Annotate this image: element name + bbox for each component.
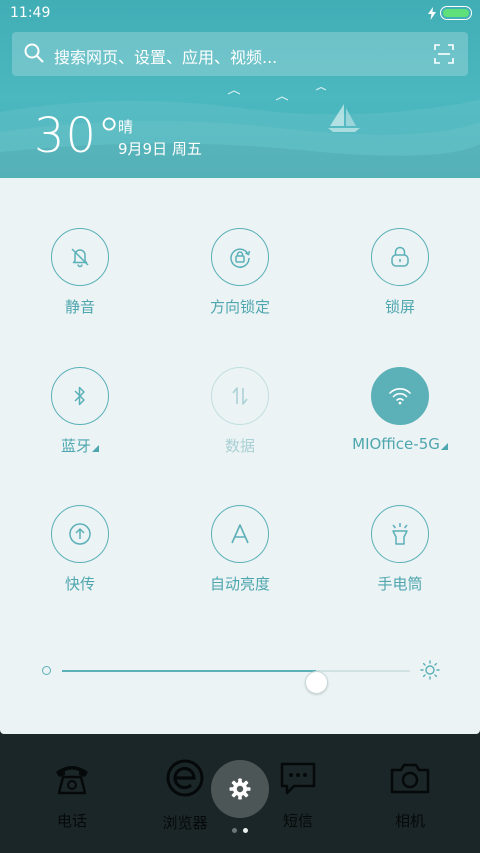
phone-icon[interactable] [52, 760, 92, 796]
notification-header: 11:49 搜索网页、设置、应用、视频... 30° 晴 9月9日 周五 [0, 0, 480, 178]
status-icons [428, 6, 472, 20]
auto-brightness-icon [231, 524, 249, 544]
sun-icon [420, 660, 440, 680]
bluetooth-icon [74, 386, 85, 406]
tile-quick-share[interactable]: 快传 [0, 505, 160, 615]
scan-icon[interactable] [434, 44, 454, 64]
dock-label: 相机 [394, 812, 425, 830]
expand-arrow-icon [92, 444, 99, 452]
bell-off-icon [71, 248, 89, 268]
tile-silent[interactable]: 静音 [0, 228, 160, 338]
search-icon [24, 43, 44, 63]
page-dot-active [243, 828, 248, 833]
tile-label: 锁屏 [384, 298, 415, 316]
expand-arrow-icon [440, 443, 448, 450]
tile-label[interactable]: MIOffice-5G [352, 435, 448, 453]
browser-icon[interactable] [165, 758, 205, 798]
dock-label: 电话 [56, 812, 87, 830]
dock-item-phone[interactable]: 电话 [22, 760, 122, 831]
weather-condition: 晴 [118, 118, 134, 136]
tile-label[interactable]: 蓝牙 [61, 435, 99, 456]
tile-label: 手电筒 [377, 575, 423, 593]
rotation-lock-icon [230, 248, 251, 268]
wifi-icon [389, 388, 411, 405]
tile-mobile-data[interactable]: 数据 [160, 367, 320, 477]
tile-label: 数据 [224, 437, 255, 455]
dock-label: 短信 [282, 812, 313, 830]
auto-brightness-toggle[interactable] [211, 505, 269, 563]
temperature[interactable]: 30° [34, 108, 122, 164]
tile-flashlight[interactable]: 手电筒 [320, 505, 480, 615]
gear-icon [229, 778, 251, 800]
quick-share-toggle[interactable] [51, 505, 109, 563]
page-indicator [232, 828, 248, 833]
mobile-data-toggle[interactable] [211, 367, 269, 425]
silent-toggle[interactable] [51, 228, 109, 286]
brightness-fill [62, 670, 317, 672]
tile-label: 快传 [64, 575, 95, 593]
dock-item-camera[interactable]: 相机 [360, 760, 460, 831]
page-dot [232, 828, 237, 833]
lock-icon [391, 246, 409, 267]
tile-lock-screen[interactable]: 锁屏 [320, 228, 480, 338]
rotation-lock-toggle[interactable] [211, 228, 269, 286]
status-time: 11:49 [10, 5, 51, 21]
search-bar[interactable]: 搜索网页、设置、应用、视频... [12, 32, 468, 76]
mobile-data-icon [232, 387, 248, 405]
flashlight-toggle[interactable] [371, 505, 429, 563]
message-icon[interactable] [278, 760, 318, 796]
camera-icon[interactable] [389, 760, 431, 796]
bluetooth-toggle[interactable] [51, 367, 109, 425]
battery-icon [440, 6, 472, 20]
tile-auto-brightness[interactable]: 自动亮度 [160, 505, 320, 615]
quick-settings-panel: 静音 方向锁定 锁屏 蓝牙 数据 MIOffice-5G 快传 自动亮度 手电筒 [0, 178, 480, 734]
charging-bolt-icon [428, 6, 436, 20]
brightness-thumb[interactable] [305, 671, 329, 694]
weather-date: 9月9日 周五 [118, 140, 202, 158]
settings-button[interactable] [211, 760, 269, 818]
tile-label: 自动亮度 [209, 575, 270, 593]
tile-bluetooth[interactable]: 蓝牙 [0, 367, 160, 477]
share-icon [69, 523, 91, 545]
dock-label: 浏览器 [162, 814, 208, 832]
wifi-toggle[interactable] [371, 367, 429, 425]
app-dock: 电话 浏览器 短信 相机 [0, 734, 480, 853]
flashlight-icon [392, 523, 408, 545]
tile-rotation-lock[interactable]: 方向锁定 [160, 228, 320, 338]
brightness-track[interactable] [62, 670, 410, 694]
lock-screen-button[interactable] [371, 228, 429, 286]
brightness-low-icon [42, 666, 51, 675]
tile-label: 静音 [64, 298, 95, 316]
status-bar: 11:49 [0, 0, 480, 28]
tile-wifi[interactable]: MIOffice-5G [320, 367, 480, 477]
brightness-slider[interactable] [38, 658, 442, 694]
tile-label: 方向锁定 [209, 298, 270, 316]
search-input[interactable]: 搜索网页、设置、应用、视频... [54, 44, 277, 68]
